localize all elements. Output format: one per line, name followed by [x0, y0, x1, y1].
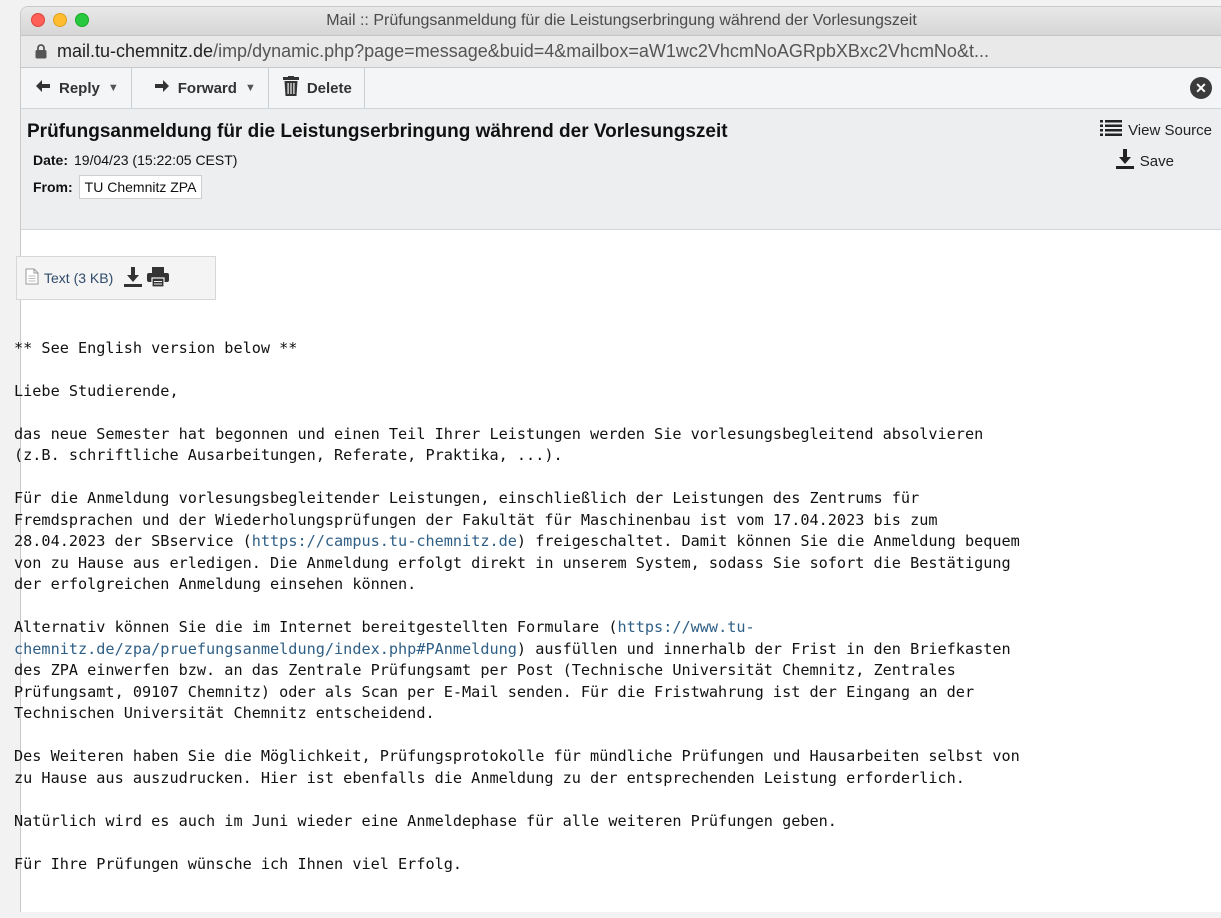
- save-label: Save: [1139, 152, 1174, 170]
- body-paragraph: Alternativ können Sie die im Internet be…: [14, 617, 1194, 725]
- window-title: Mail :: Prüfungsanmeldung für die Leistu…: [326, 12, 917, 29]
- chevron-down-icon: ▼: [107, 82, 119, 94]
- url-domain: mail.tu-chemnitz.de: [57, 41, 214, 61]
- body-paragraph: Liebe Studierende,: [14, 381, 179, 400]
- forward-button[interactable]: Forward ▼: [132, 68, 269, 108]
- reply-label: Reply: [59, 79, 100, 97]
- save-button[interactable]: Save: [1115, 149, 1174, 173]
- list-icon: [1100, 120, 1123, 140]
- arrow-right-icon: [154, 79, 170, 97]
- download-icon[interactable]: [124, 266, 143, 290]
- lock-icon: [35, 44, 47, 59]
- from-value[interactable]: TU Chemnitz ZPA: [78, 175, 203, 199]
- view-source-button[interactable]: View Source: [1100, 120, 1212, 140]
- delete-label: Delete: [306, 79, 352, 97]
- body-paragraph: Für die Anmeldung vorlesungsbegleitender…: [14, 488, 1194, 596]
- body-paragraph: ** See English version below **: [14, 338, 298, 357]
- delete-button[interactable]: Delete: [269, 68, 365, 108]
- body-paragraph: Des Weiteren haben Sie die Möglichkeit, …: [14, 747, 1020, 787]
- campus-link[interactable]: https://campus.tu-chemnitz.de: [252, 532, 517, 550]
- from-label: From:: [33, 179, 73, 195]
- trash-icon: [282, 76, 299, 100]
- reply-button[interactable]: Reply ▼: [21, 68, 132, 108]
- forward-label: Forward: [177, 79, 237, 97]
- download-icon: [1115, 149, 1134, 173]
- date-value: 19/04/23 (15:22:05 CEST): [74, 152, 238, 168]
- view-source-label: View Source: [1128, 121, 1212, 139]
- message-toolbar: Reply ▼ Forward ▼ Delete ✕: [21, 68, 1221, 109]
- body-paragraph: das neue Semester hat begonnen und einen…: [14, 424, 984, 465]
- date-label: Date:: [33, 152, 69, 168]
- attachment-box: Text (3 KB): [16, 256, 216, 300]
- attachment-label[interactable]: Text (3 KB): [44, 270, 113, 286]
- chevron-down-icon: ▼: [244, 82, 256, 94]
- close-icon[interactable]: ✕: [1190, 77, 1212, 99]
- message-subject: Prüfungsanmeldung für die Leistungserbri…: [27, 121, 728, 142]
- arrow-left-icon: [35, 79, 51, 97]
- body-paragraph: Natürlich wird es auch im Juni wieder ei…: [14, 811, 837, 830]
- title-bar: Mail :: Prüfungsanmeldung für die Leistu…: [21, 7, 1221, 36]
- body-text: Alternativ können Sie die im Internet be…: [14, 618, 618, 636]
- body-paragraph: Für Ihre Prüfungen wünsche ich Ihnen vie…: [14, 854, 463, 873]
- message-header: Prüfungsanmeldung für die Leistungserbri…: [21, 109, 1221, 230]
- date-row: Date: 19/04/23 (15:22:05 CEST): [33, 152, 237, 168]
- message-body: ** See English version below ** Liebe Stu…: [14, 316, 1194, 918]
- file-icon: [25, 268, 39, 288]
- address-bar[interactable]: mail.tu-chemnitz.de/imp/dynamic.php?page…: [21, 36, 1221, 68]
- from-row: From: TU Chemnitz ZPA: [33, 175, 203, 199]
- url-path: /imp/dynamic.php?page=message&buid=4&mai…: [213, 41, 989, 61]
- printer-icon[interactable]: [147, 266, 170, 290]
